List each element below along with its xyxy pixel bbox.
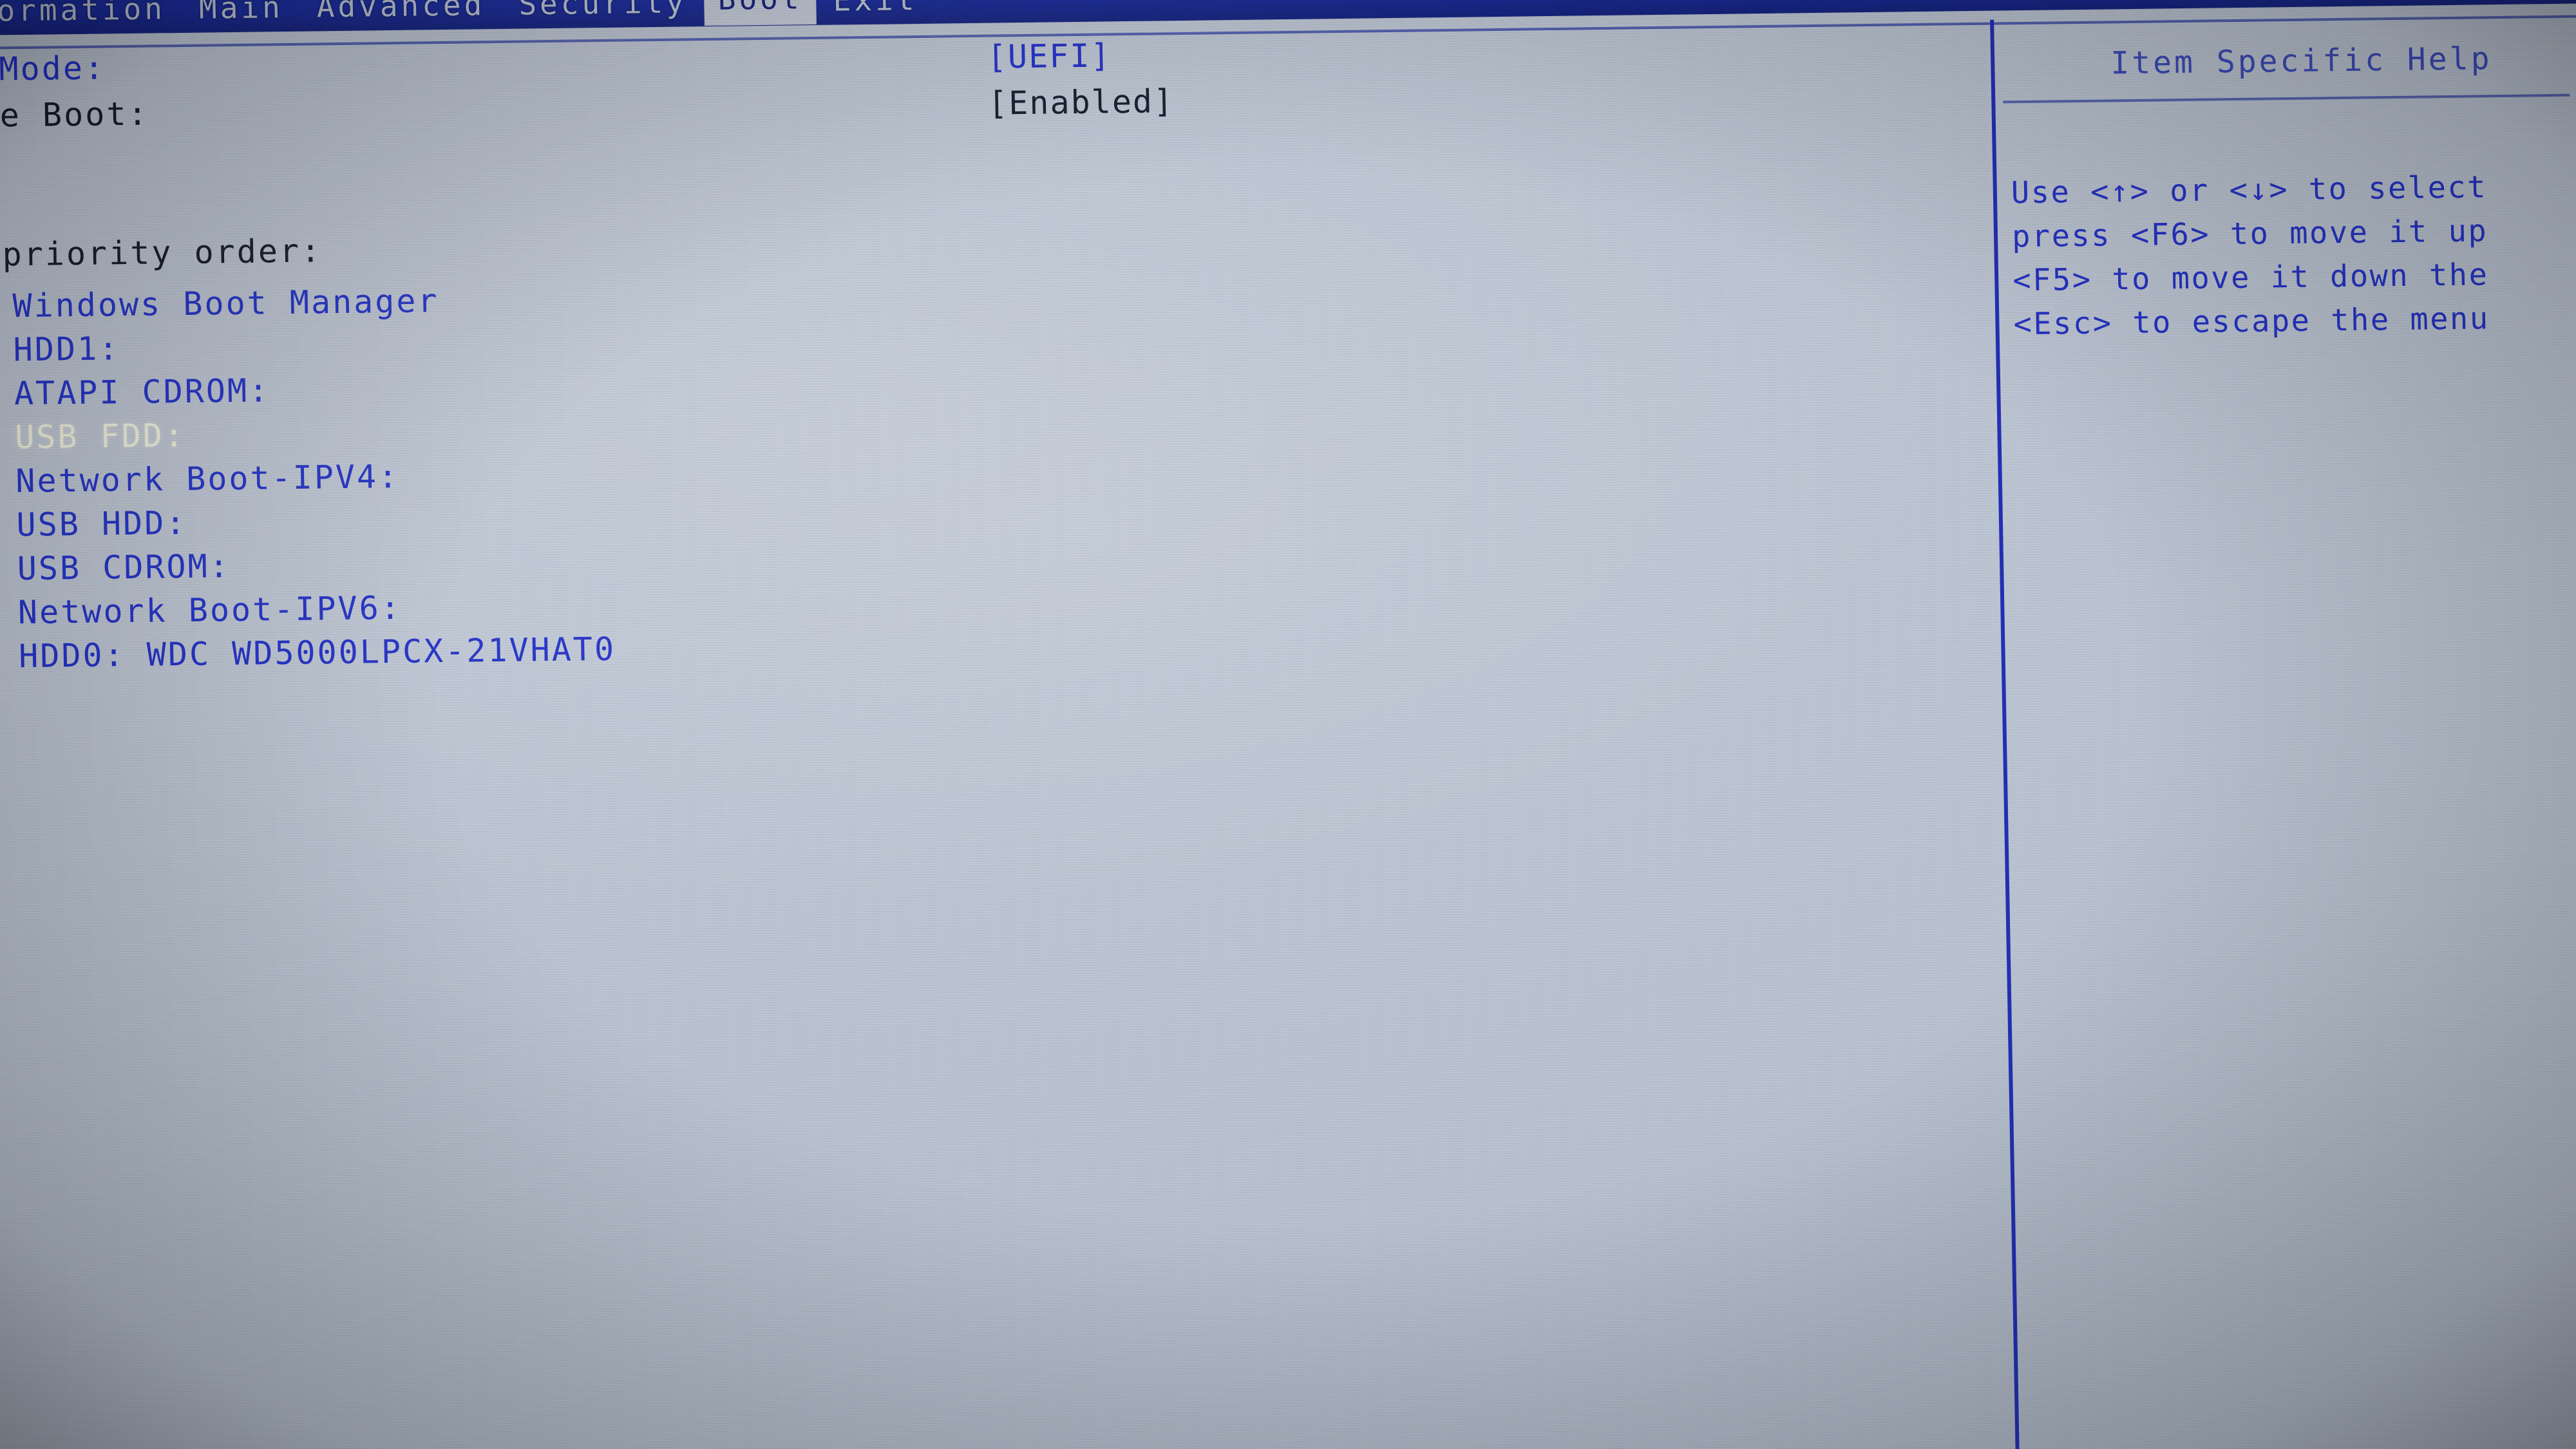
item-specific-help-panel: Item Specific Help Use <↑> or <↓> to sel…	[1994, 13, 2576, 1449]
setting-value[interactable]: [UEFI]	[987, 37, 1112, 75]
help-line: <F5> to move it down the	[2012, 257, 2489, 299]
boot-order-device-name: USB CDROM:	[17, 547, 231, 588]
menu-tab-boot[interactable]: Boot	[703, 0, 817, 26]
help-line: Use <↑> or <↓> to select	[2011, 169, 2488, 211]
menu-tab-security[interactable]: Security	[502, 0, 705, 26]
boot-order-device-name: USB HDD:	[16, 504, 187, 544]
boot-order-device-name: Network Boot-IPV6:	[17, 589, 402, 632]
screen-surface: Setup Utility InformationMainAdvancedSec…	[0, 0, 2576, 1449]
boot-order-device-name: Windows Boot Manager	[12, 282, 440, 325]
help-text-body: Use <↑> or <↓> to select press <F6> to mo…	[2011, 164, 2576, 346]
boot-order-device-name: ATAPI CDROM:	[14, 372, 270, 413]
boot-priority-heading: Boot priority order:	[0, 232, 323, 274]
boot-order-device-name: USB FDD:	[14, 416, 186, 457]
boot-order-device-name: Network Boot-IPV4:	[15, 457, 400, 500]
boot-order-device-name: HDD0: WDC WD5000LPCX-21VHAT0	[18, 630, 616, 676]
boot-order-device-name: HDD1:	[13, 330, 120, 369]
menu-tab-advanced[interactable]: Advanced	[299, 0, 502, 28]
bios-setup-screen: Setup Utility InformationMainAdvancedSec…	[0, 0, 2576, 1449]
help-panel-title: Item Specific Help	[2110, 41, 2492, 82]
setting-value[interactable]: [Enabled]	[988, 82, 1175, 122]
setting-label: Boot Mode:	[0, 49, 106, 89]
help-title-divider	[2003, 93, 2570, 104]
help-line: <Esc> to escape the menu	[2013, 301, 2490, 343]
menu-tab-exit[interactable]: Exit	[816, 0, 934, 22]
menu-tab-information[interactable]: Information	[0, 0, 183, 33]
menu-tab-main[interactable]: Main	[182, 0, 300, 30]
setting-label: Secure Boot:	[0, 95, 149, 136]
help-line: press <F6> to move it up	[2011, 213, 2488, 255]
photo-frame: Setup Utility InformationMainAdvancedSec…	[0, 0, 2576, 1449]
